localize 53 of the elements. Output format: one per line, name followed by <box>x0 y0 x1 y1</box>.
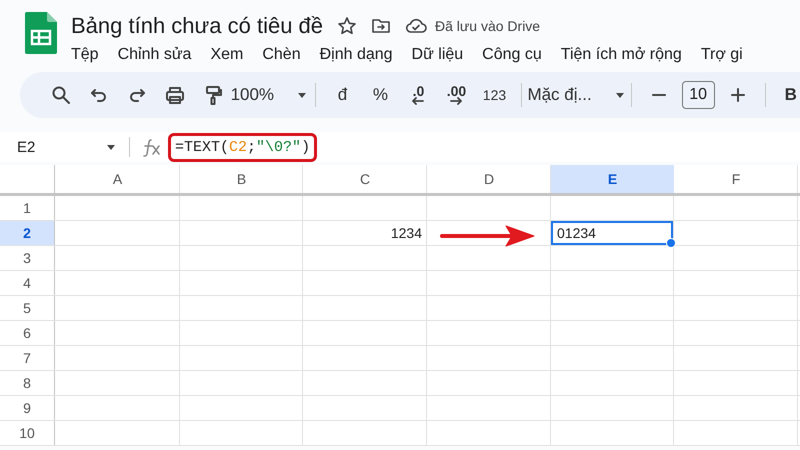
column-header[interactable]: D <box>427 165 551 193</box>
menu-item[interactable]: Trợ gi <box>700 46 743 64</box>
font-size-field[interactable]: 10 <box>682 81 715 109</box>
fill-handle[interactable] <box>666 238 676 248</box>
number-format-button[interactable]: 123 <box>475 79 514 111</box>
folder-icon[interactable] <box>371 18 392 34</box>
row-header[interactable]: 6 <box>0 321 54 345</box>
row-header[interactable]: 9 <box>0 396 54 420</box>
font-dropdown[interactable]: Mặc đị... <box>530 79 623 111</box>
search-icon[interactable] <box>51 85 71 105</box>
caret-icon <box>296 90 308 100</box>
plus-icon[interactable] <box>728 86 747 104</box>
column-header[interactable]: E <box>551 165 674 193</box>
bold-button[interactable]: B <box>781 79 800 111</box>
menu-item[interactable]: Định dạng <box>320 46 393 64</box>
menu-item[interactable]: Chèn <box>262 46 301 64</box>
row-header[interactable]: 7 <box>0 346 54 370</box>
menu-item[interactable]: Tệp <box>71 46 99 64</box>
row-header[interactable]: 3 <box>0 246 54 270</box>
decrease-decimals-button[interactable]: .0 <box>399 79 438 111</box>
menu-item[interactable]: Xem <box>210 46 244 64</box>
menu-item[interactable]: Tiện ích mở rộng <box>560 46 682 64</box>
caret-icon <box>614 90 626 100</box>
increase-decimals-button[interactable]: .00 <box>437 79 476 111</box>
column-header[interactable]: A <box>55 165 180 193</box>
spreadsheet-icon[interactable] <box>25 12 57 54</box>
document-title[interactable]: Bảng tính chưa có tiêu đề <box>71 13 324 39</box>
row-header[interactable]: 2 <box>0 221 54 245</box>
currency-button[interactable]: đ <box>323 79 362 111</box>
paint-roller-icon[interactable] <box>203 85 223 105</box>
star-icon[interactable] <box>337 16 358 36</box>
function-icon <box>142 137 162 157</box>
percent-button[interactable]: % <box>361 79 400 111</box>
menu-item[interactable]: Công cụ <box>482 46 542 64</box>
table-cell[interactable]: 1234 <box>303 221 426 245</box>
row-header[interactable]: 1 <box>0 196 54 220</box>
table-cell[interactable]: 01234 <box>551 221 673 245</box>
menu-item[interactable]: Chỉnh sửa <box>118 46 192 64</box>
row-header[interactable]: 4 <box>0 271 54 295</box>
caret-icon[interactable] <box>105 142 117 152</box>
row-header[interactable]: 10 <box>0 421 54 445</box>
row-header[interactable]: 8 <box>0 371 54 395</box>
cloud-check-icon[interactable] <box>405 18 428 34</box>
zoom-dropdown[interactable]: 100% <box>232 79 307 111</box>
name-box[interactable]: E2 <box>0 138 105 156</box>
menu-item[interactable]: Dữ liệu <box>412 46 464 64</box>
column-header[interactable]: B <box>180 165 303 193</box>
column-header[interactable]: F <box>674 165 798 193</box>
row-header[interactable]: 5 <box>0 296 54 320</box>
print-icon[interactable] <box>165 85 185 105</box>
column-header[interactable]: C <box>303 165 427 193</box>
formula-text[interactable]: =TEXT(C2;"\0?") <box>168 132 318 162</box>
save-status: Đã lưu vào Drive <box>435 18 540 34</box>
